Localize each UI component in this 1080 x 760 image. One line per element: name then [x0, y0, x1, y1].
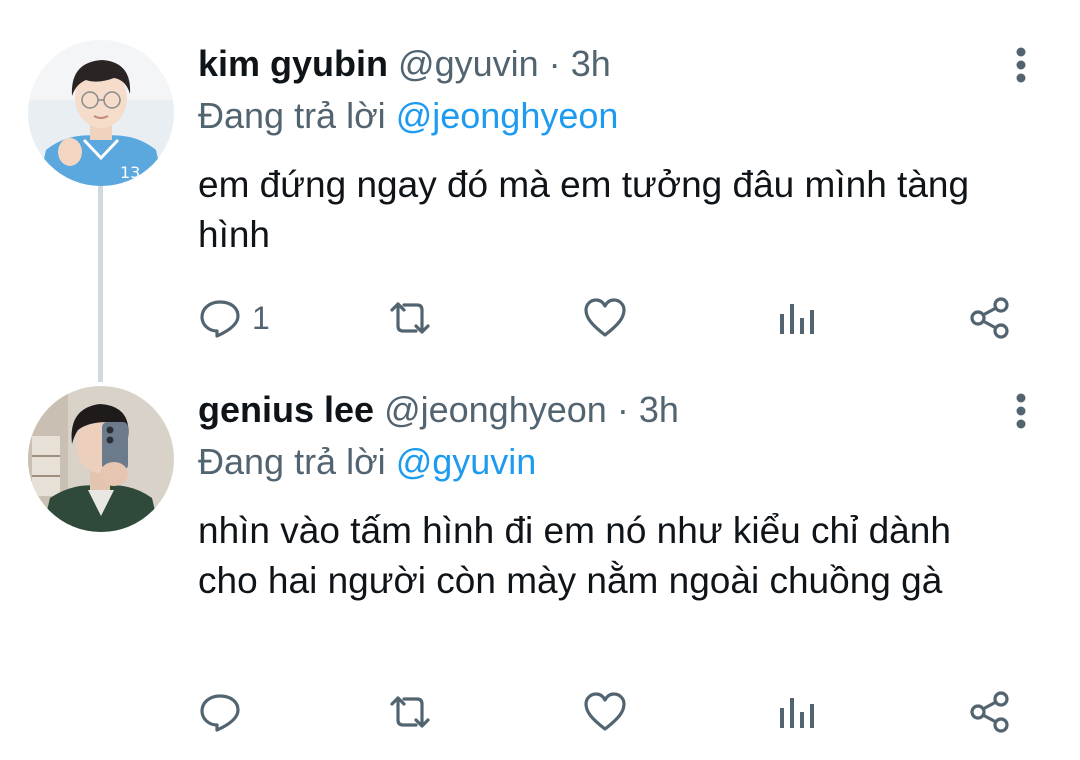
separator-dot: ·: [616, 389, 629, 430]
reply-button[interactable]: 1: [198, 296, 270, 340]
svg-text:13: 13: [120, 163, 140, 182]
replying-to-prefix: Đang trả lời: [198, 441, 386, 482]
analytics-icon: [780, 304, 814, 334]
tweet-1[interactable]: 13 kim gyubin @gyuvin · 3h Đang trả lời …: [0, 0, 1080, 382]
retweet-button[interactable]: [386, 296, 434, 340]
tweet-actions: 1: [198, 296, 1038, 340]
reply-count: 1: [252, 299, 270, 336]
avatar-photo-blue-shirt: 13: [28, 40, 174, 186]
reply-button[interactable]: [198, 690, 252, 734]
user-handle[interactable]: @gyuvin: [398, 43, 539, 84]
tweet-2[interactable]: genius lee @jeonghyeon · 3h Đang trả lời…: [0, 380, 1080, 760]
tweet-actions: [198, 690, 1038, 734]
replying-to-handle[interactable]: @gyuvin: [396, 441, 537, 482]
heart-icon: [584, 692, 626, 731]
analytics-button[interactable]: [776, 690, 816, 734]
thread-connector-line: [98, 186, 103, 382]
tweet-header: genius lee @jeonghyeon · 3h: [198, 388, 679, 432]
avatar[interactable]: 13: [28, 40, 174, 186]
share-button[interactable]: [968, 296, 1012, 340]
replying-to-prefix: Đang trả lời: [198, 95, 386, 136]
user-handle[interactable]: @jeonghyeon: [384, 389, 607, 430]
like-button[interactable]: [582, 296, 628, 340]
analytics-icon: [780, 698, 814, 728]
replying-to-handle[interactable]: @jeonghyeon: [396, 95, 619, 136]
display-name[interactable]: kim gyubin: [198, 43, 388, 84]
reply-icon: [200, 300, 240, 338]
display-name[interactable]: genius lee: [198, 389, 374, 430]
retweet-button[interactable]: [386, 690, 434, 734]
timestamp[interactable]: 3h: [571, 43, 611, 84]
retweet-icon: [390, 696, 430, 728]
like-button[interactable]: [582, 690, 628, 734]
replying-to: Đang trả lời @jeonghyeon: [198, 94, 618, 138]
share-icon: [970, 297, 1009, 339]
more-options-icon[interactable]: [1006, 42, 1036, 86]
avatar[interactable]: [28, 386, 174, 532]
replying-to: Đang trả lời @gyuvin: [198, 440, 536, 484]
avatar-photo-mirror-selfie: [28, 386, 174, 532]
reply-icon: [200, 694, 240, 732]
tweet-text: em đứng ngay đó mà em tưởng đâu mình tàn…: [198, 164, 970, 255]
tweet-header: kim gyubin @gyuvin · 3h: [198, 42, 611, 86]
timestamp[interactable]: 3h: [639, 389, 679, 430]
retweet-icon: [390, 302, 430, 334]
separator-dot: ·: [548, 43, 561, 84]
more-options-icon[interactable]: [1006, 388, 1036, 432]
heart-icon: [584, 298, 626, 337]
share-button[interactable]: [968, 690, 1012, 734]
share-icon: [970, 691, 1009, 733]
analytics-button[interactable]: [776, 296, 816, 340]
tweet-text: nhìn vào tấm hình đi em nó như kiểu chỉ …: [198, 510, 951, 601]
